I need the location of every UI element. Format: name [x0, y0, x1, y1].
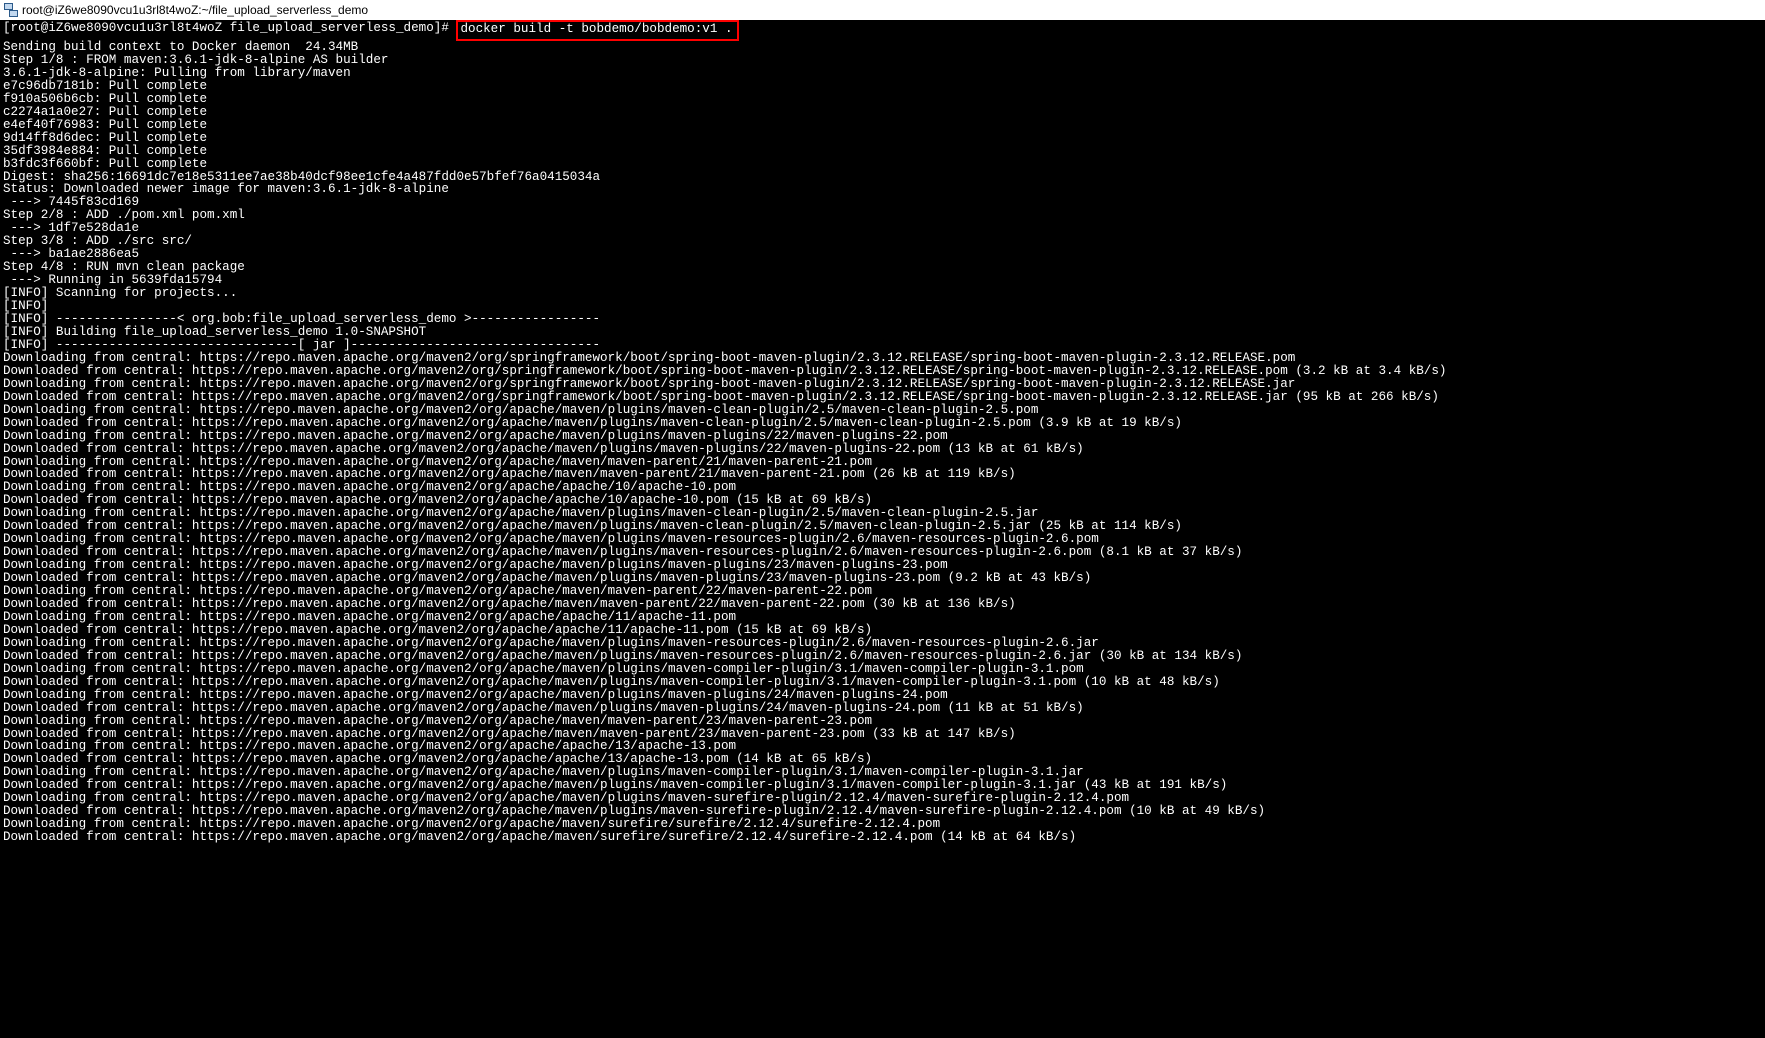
window-titlebar: root@iZ6we8090vcu1u3rl8t4woZ:~/file_uplo…	[0, 0, 1765, 20]
shell-prompt: [root@iZ6we8090vcu1u3rl8t4woZ file_uploa…	[3, 21, 456, 35]
terminal[interactable]: [root@iZ6we8090vcu1u3rl8t4woZ file_uploa…	[0, 20, 1765, 846]
window-title: root@iZ6we8090vcu1u3rl8t4woZ:~/file_uplo…	[22, 3, 368, 17]
highlighted-command: docker build -t bobdemo/bobdemo:v1 .	[456, 20, 738, 41]
terminal-output: Sending build context to Docker daemon 2…	[3, 41, 1763, 844]
putty-icon	[4, 3, 18, 17]
